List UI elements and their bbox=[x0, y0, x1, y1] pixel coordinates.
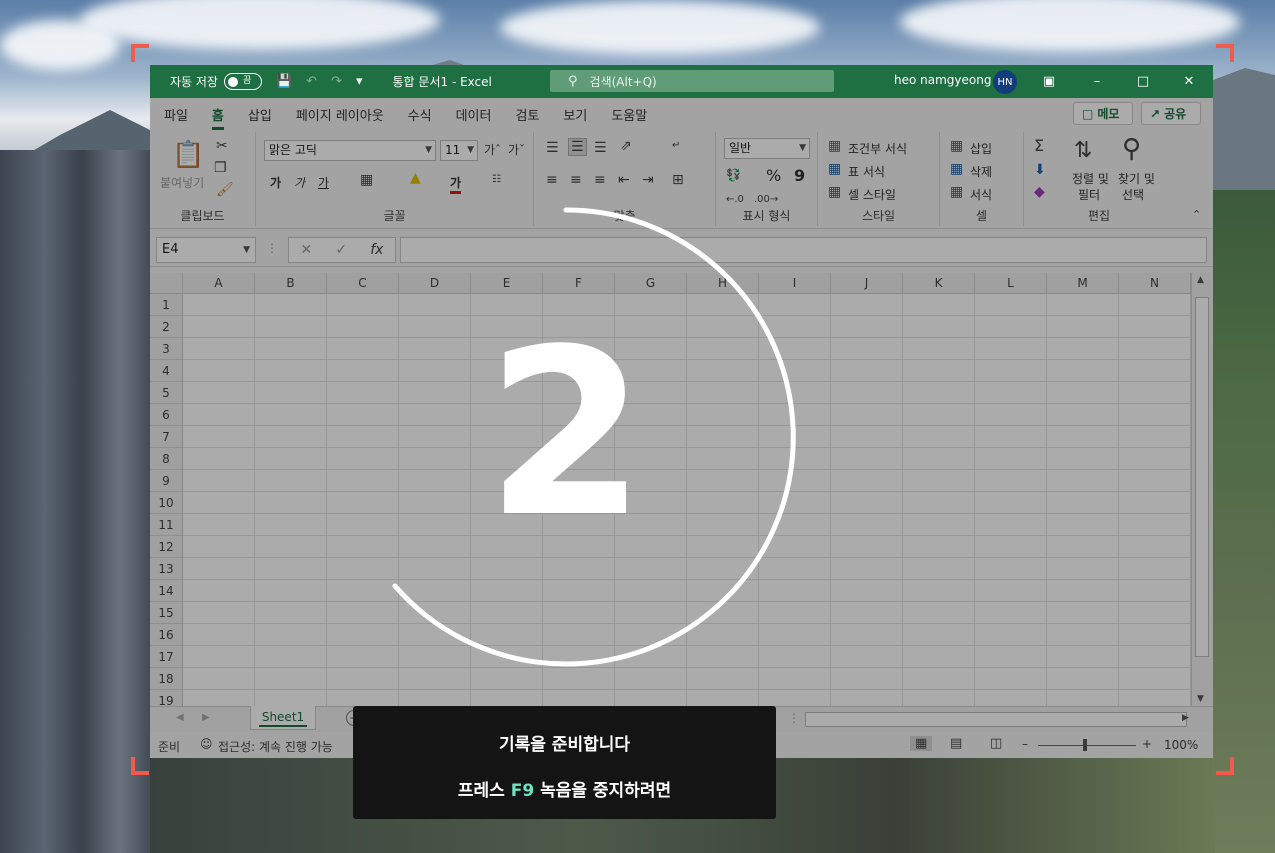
toast-message: 기록을 준비합니다 bbox=[498, 735, 631, 755]
search-box[interactable]: ⚲ 검색(Alt+Q) bbox=[550, 70, 834, 92]
close-button[interactable]: ✕ bbox=[1166, 65, 1212, 98]
ribbon-display-icon[interactable]: ▣ bbox=[1026, 65, 1072, 98]
recording-toast: 기록을 준비합니다 프레스 F9 녹음을 중지하려면 bbox=[353, 706, 776, 819]
autosave-label: 자동 저장 bbox=[170, 75, 218, 89]
avatar[interactable]: HN bbox=[993, 70, 1017, 94]
capture-corner-bottom-right bbox=[1216, 757, 1234, 775]
hotkey-label: F9 bbox=[510, 781, 535, 801]
save-icon[interactable]: 💾 bbox=[276, 74, 292, 89]
capture-corner-bottom-left bbox=[131, 757, 149, 775]
maximize-button[interactable]: □ bbox=[1120, 65, 1166, 98]
minimize-button[interactable]: – bbox=[1074, 65, 1120, 98]
title-bar: 자동 저장 끔 💾 ↶ ↷ ▾ 통합 문서1 - Excel ⚲ 검색(Alt+… bbox=[150, 65, 1213, 98]
redo-icon[interactable]: ↷ bbox=[331, 74, 342, 89]
toast-hint: 프레스 F9 녹음을 중지하려면 bbox=[457, 781, 672, 801]
customize-qat-icon[interactable]: ▾ bbox=[356, 74, 363, 89]
countdown-number: 2 bbox=[485, 301, 647, 568]
undo-icon[interactable]: ↶ bbox=[306, 74, 317, 89]
search-icon: ⚲ bbox=[568, 73, 578, 89]
capture-corner-top-left bbox=[131, 44, 149, 62]
user-name[interactable]: heo namgyeong bbox=[894, 73, 991, 87]
document-title: 통합 문서1 - Excel bbox=[392, 75, 492, 89]
capture-corner-top-right bbox=[1216, 44, 1234, 62]
search-placeholder: 검색(Alt+Q) bbox=[589, 74, 657, 89]
autosave-toggle[interactable]: 끔 bbox=[223, 73, 262, 90]
